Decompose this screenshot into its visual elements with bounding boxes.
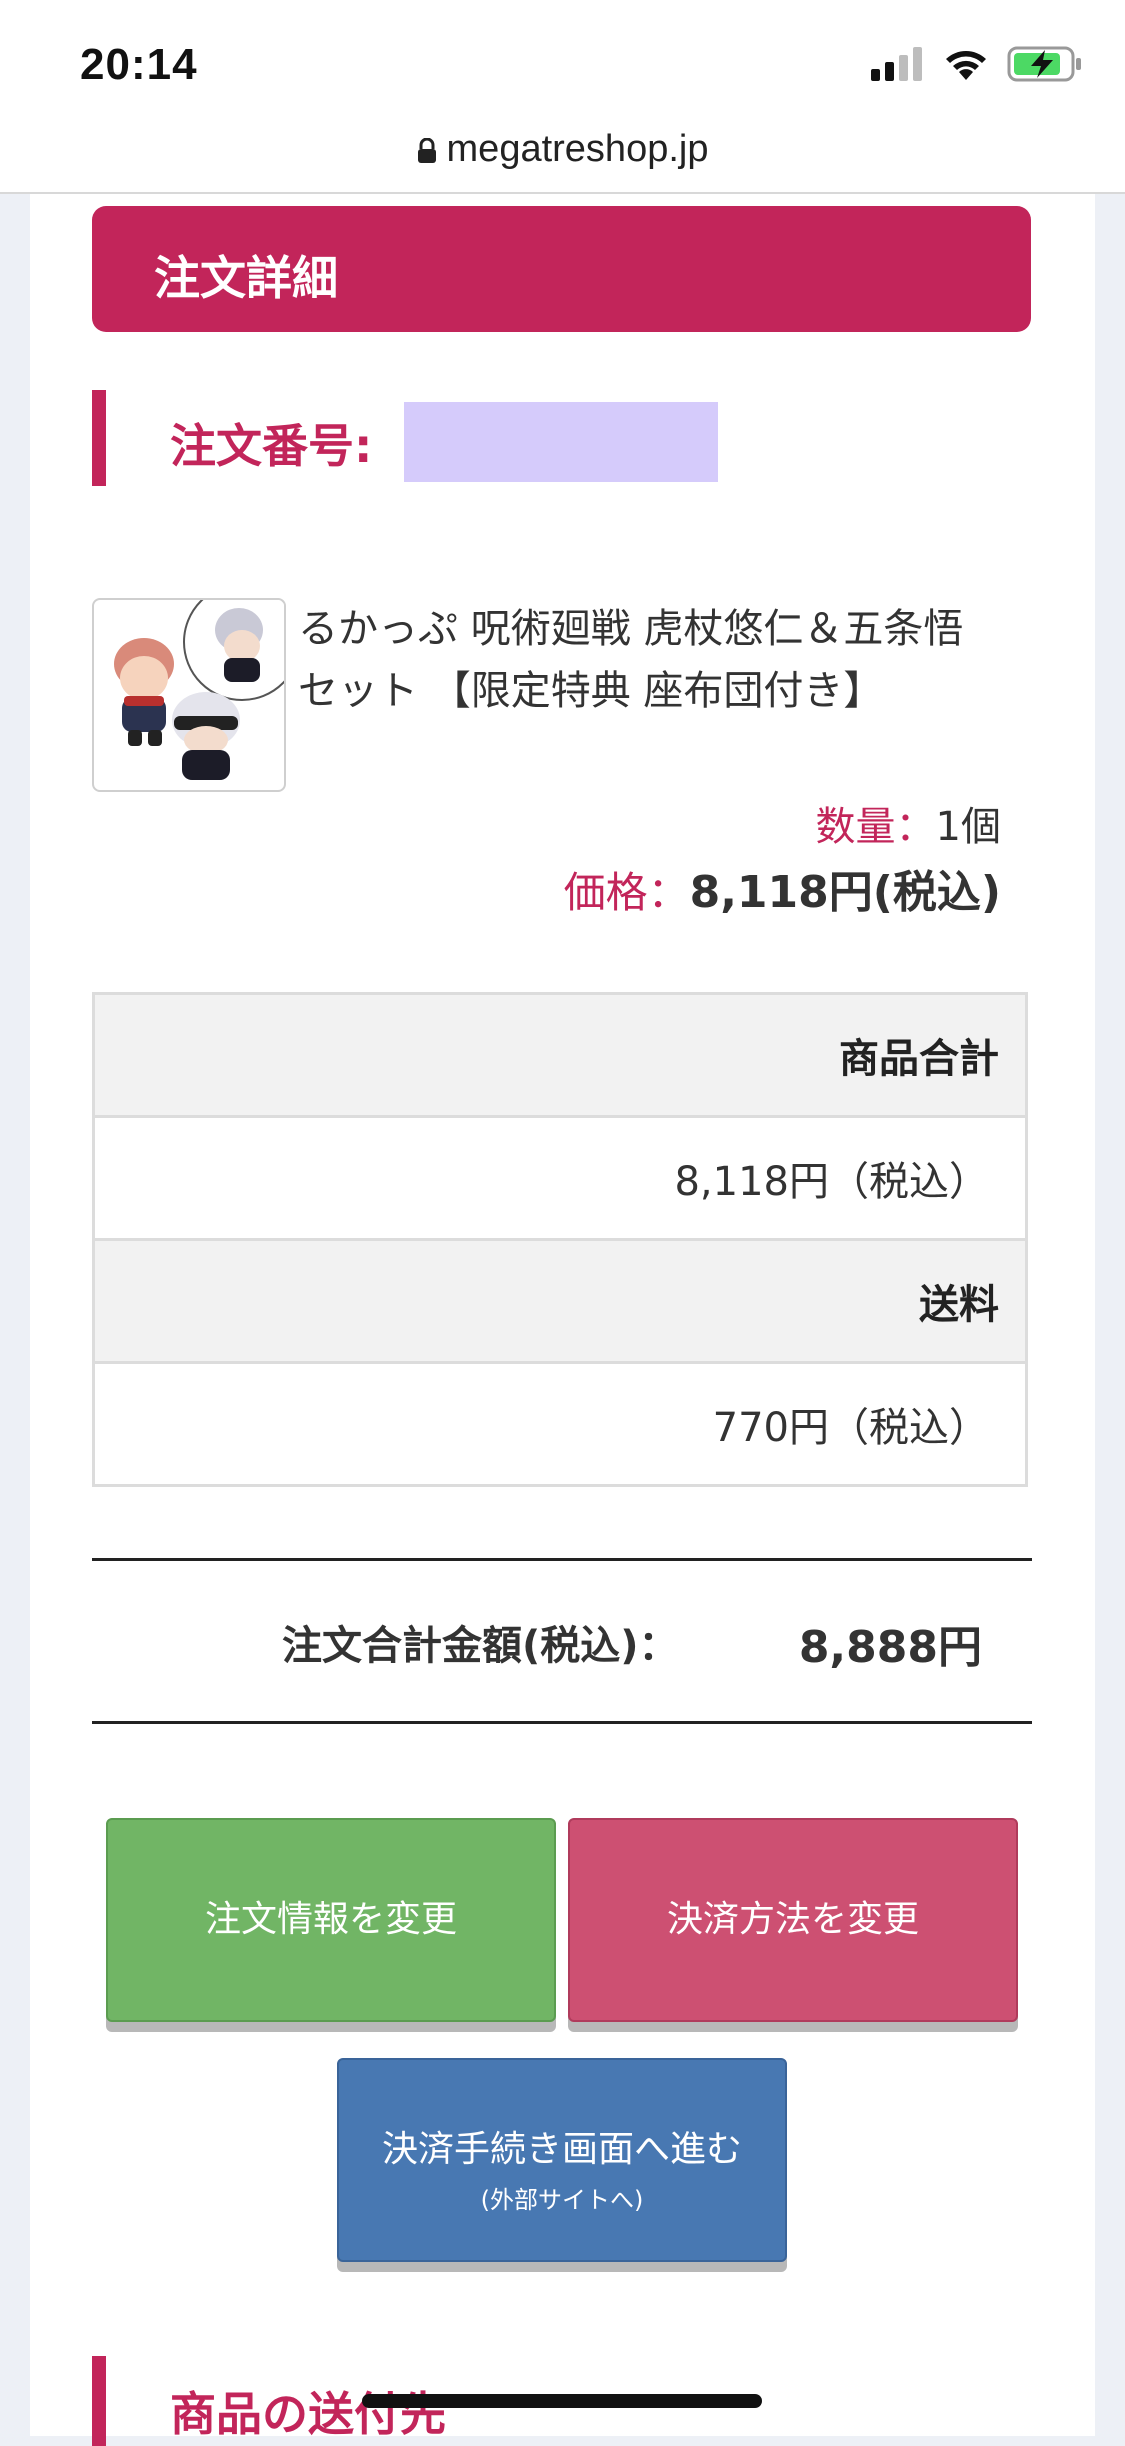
order-number-label: 注文番号: — [170, 419, 373, 473]
shipping-address-heading: 商品の送付先 — [92, 2356, 446, 2446]
proceed-to-payment-button[interactable]: 決済手続き画面へ進む (外部サイトへ) — [337, 2058, 787, 2262]
price-value: 8,118円(税込) — [689, 867, 1001, 918]
url-text: megatreshop.jp — [446, 128, 709, 170]
table-row: 商品合計 — [92, 992, 1028, 1118]
status-time: 20:14 — [80, 40, 198, 89]
shipping-section-title: 商品の送付先 — [170, 2387, 446, 2441]
order-number-redacted — [404, 402, 718, 482]
status-icons — [871, 46, 1083, 82]
product-image — [114, 600, 284, 780]
proceed-button-sublabel: (外部サイトへ) — [480, 2186, 644, 2214]
product-name-line1: るかっぷ 呪術廻戦 虎杖悠仁＆五条悟 — [298, 606, 964, 652]
order-total-value: 8,888円 — [798, 1622, 982, 1673]
price-label: 価格： — [563, 868, 690, 917]
section-header: 注文詳細 — [92, 206, 1031, 332]
product-price: 価格：8,118円(税込) — [564, 856, 1001, 920]
shipping-value: 770円（税込） — [92, 1361, 1028, 1487]
home-indicator[interactable] — [362, 2394, 762, 2408]
product-thumbnail[interactable] — [92, 598, 286, 792]
change-payment-button[interactable]: 決済方法を変更 — [568, 1818, 1018, 2022]
subtotal-value: 8,118円（税込） — [92, 1115, 1028, 1241]
product-name[interactable]: るかっぷ 呪術廻戦 虎杖悠仁＆五条悟 セット 【限定特典 座布団付き】 — [298, 598, 1038, 722]
change-order-info-button[interactable]: 注文情報を変更 — [106, 1818, 556, 2022]
lock-icon — [417, 137, 436, 163]
order-summary-table: 商品合計 8,118円（税込） 送料 770円（税込） — [92, 992, 1028, 1487]
subtotal-label: 商品合計 — [92, 992, 1028, 1118]
wifi-icon — [946, 51, 986, 80]
table-row: 8,118円（税込） — [92, 1115, 1028, 1241]
product-name-line2: セット 【限定特典 座布団付き】 — [298, 668, 884, 714]
quantity-value: 1個 — [935, 804, 1001, 850]
battery-charging-icon — [1007, 46, 1081, 82]
product-quantity: 数量：1個 — [816, 794, 1001, 852]
page-content: 注文詳細 注文番号: るかっぷ 呪術廻戦 虎杖悠仁＆五条悟 セット 【限定特典 … — [30, 194, 1095, 2446]
status-bar: 20:14 megatreshop.jp — [0, 0, 1125, 194]
table-row: 770円（税込） — [92, 1361, 1028, 1487]
section-title: 注文詳細 — [154, 251, 338, 305]
order-total-label: 注文合計金額(税込)： — [282, 1623, 679, 1669]
quantity-label: 数量： — [815, 804, 936, 850]
shipping-label: 送料 — [92, 1238, 1028, 1364]
url-bar[interactable]: megatreshop.jp — [0, 128, 1125, 171]
order-total: 注文合計金額(税込)： 8,888円 — [92, 1558, 1032, 1724]
proceed-button-label: 決済手続き画面へ進む — [381, 2129, 742, 2170]
order-number-heading: 注文番号: — [92, 390, 718, 486]
signal-icon — [871, 47, 922, 81]
table-row: 送料 — [92, 1238, 1028, 1364]
